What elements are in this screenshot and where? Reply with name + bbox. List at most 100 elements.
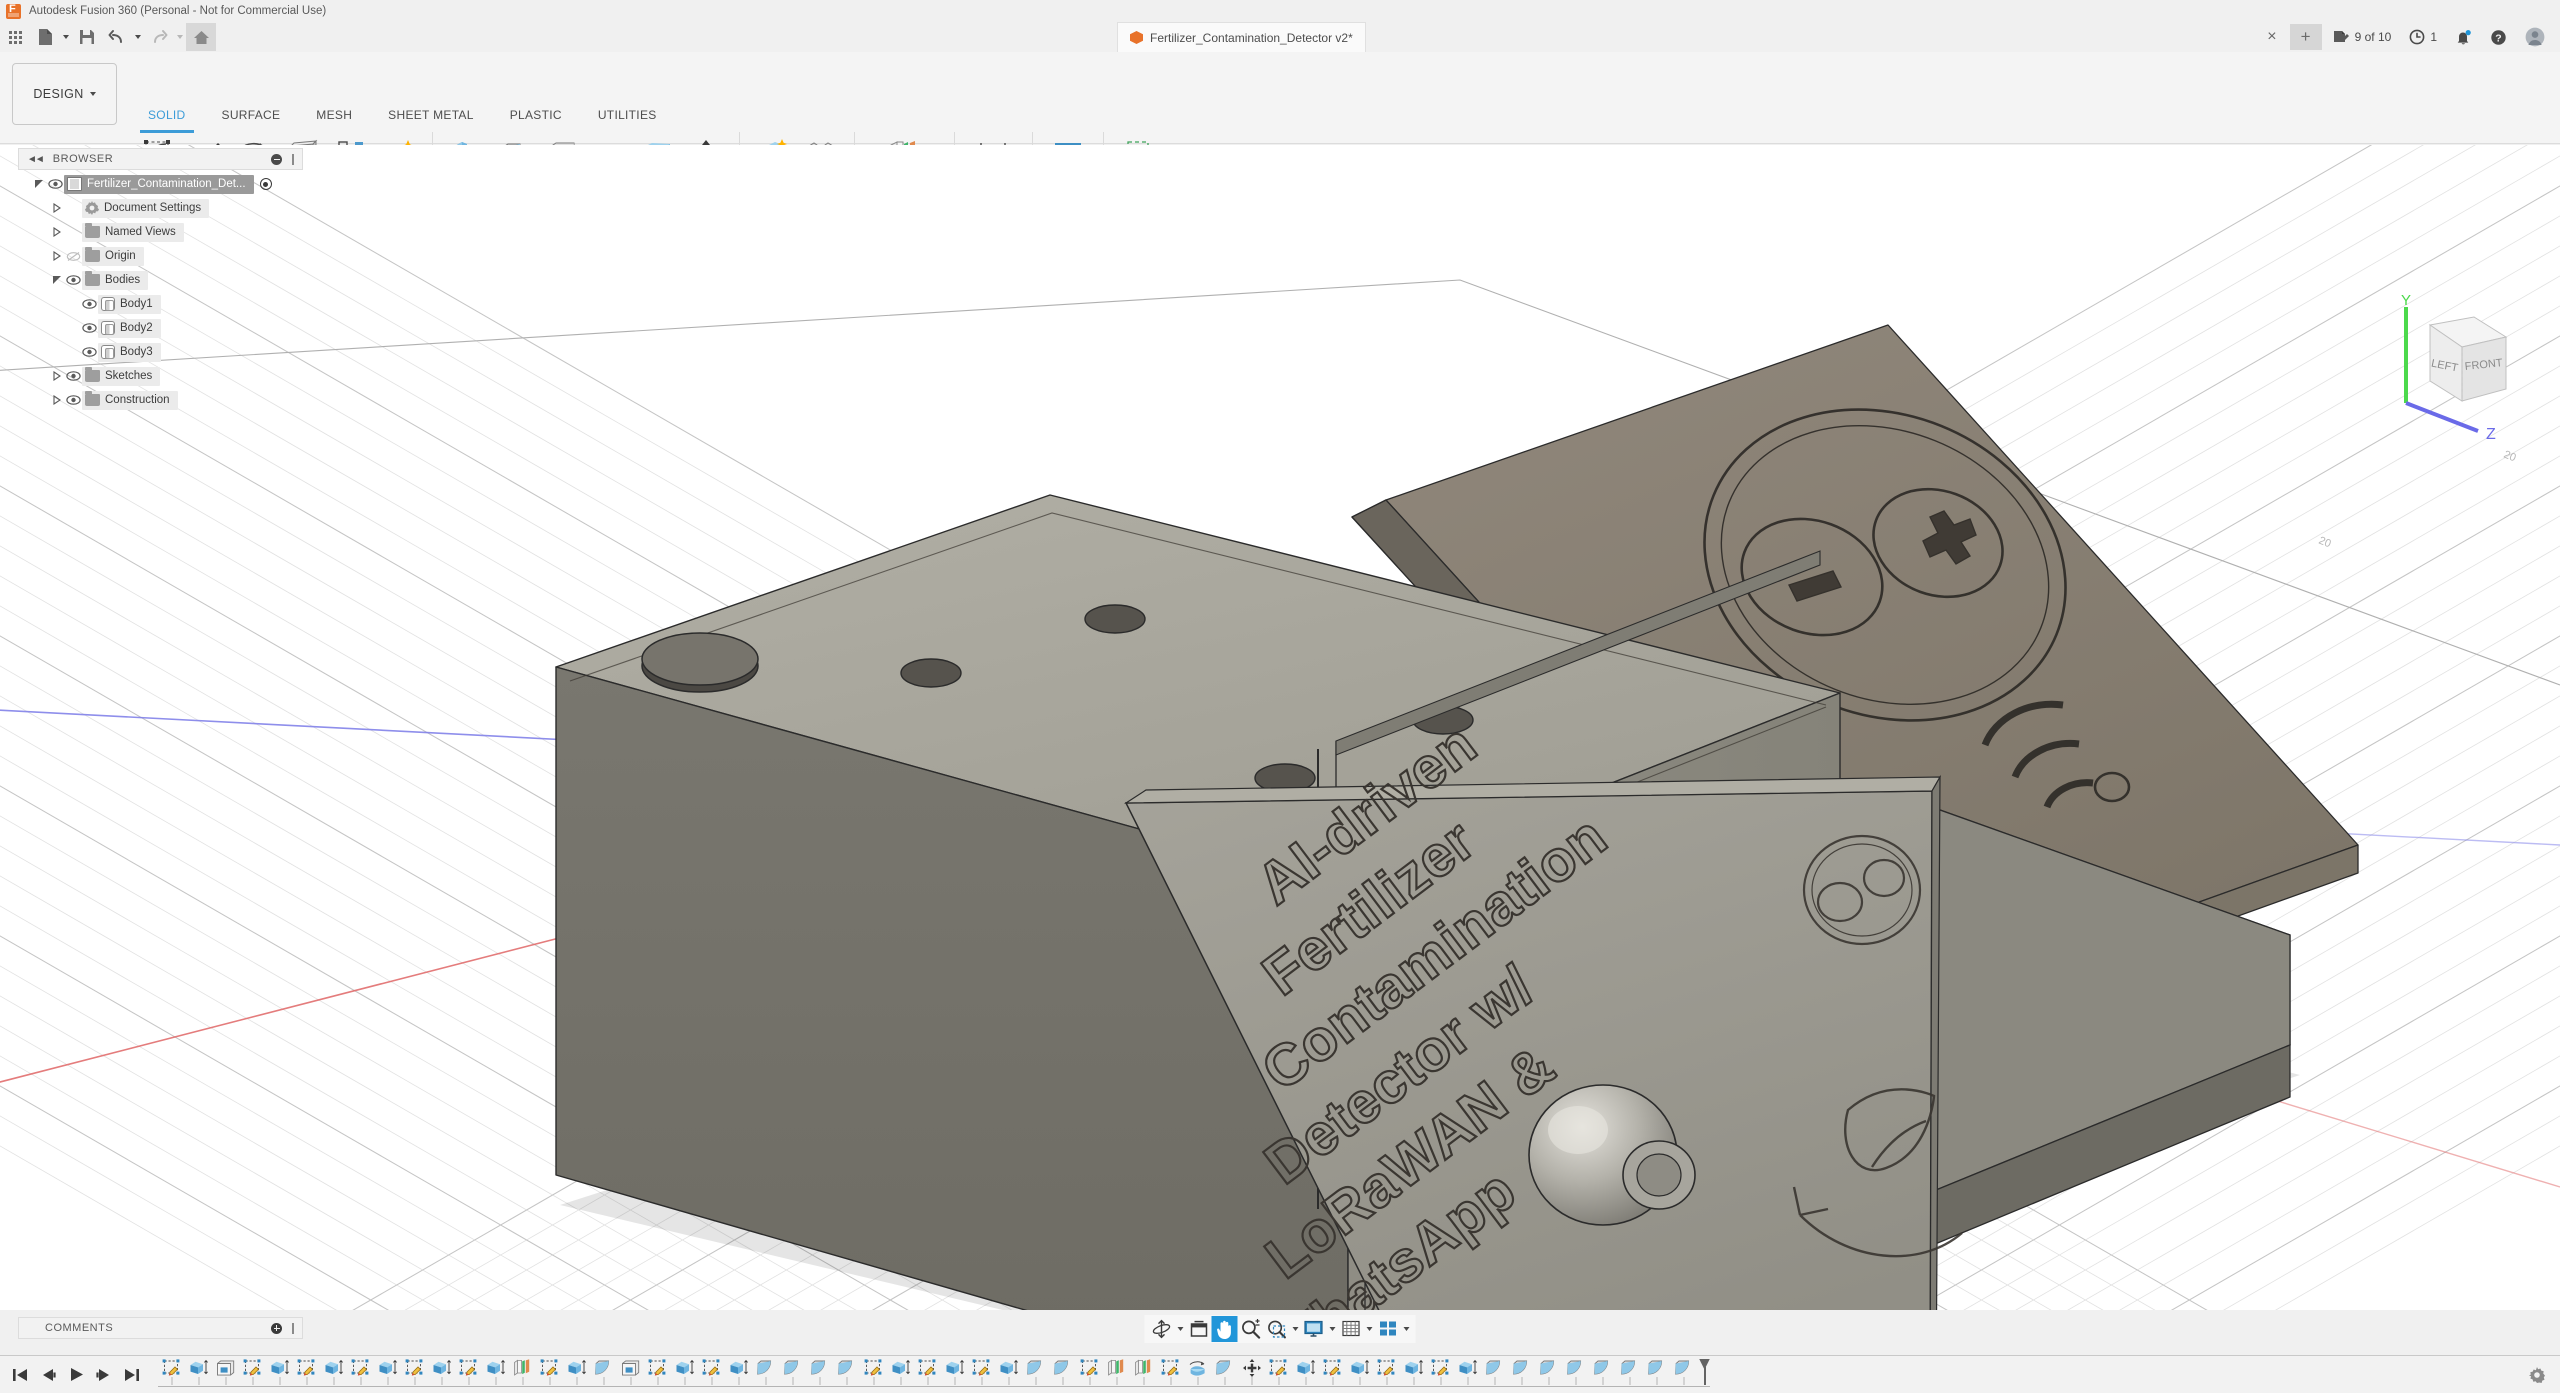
visibility-eye-icon[interactable] (46, 179, 64, 189)
home-button[interactable] (186, 23, 216, 51)
collapse-left-icon[interactable]: ◄◄ (27, 154, 43, 165)
timeline-feature[interactable] (1265, 1357, 1292, 1387)
timeline-feature[interactable] (806, 1357, 833, 1387)
timeline-feature[interactable] (968, 1357, 995, 1387)
timeline-feature[interactable] (617, 1357, 644, 1387)
timeline-feature[interactable] (1589, 1357, 1616, 1387)
document-tab[interactable]: Fertilizer_Contamination_Detector v2* (1117, 22, 1366, 52)
timeline-feature[interactable] (212, 1357, 239, 1387)
timeline-feature[interactable] (1319, 1357, 1346, 1387)
timeline-feature[interactable] (1211, 1357, 1238, 1387)
timeline-feature[interactable] (320, 1357, 347, 1387)
visibility-eye-icon[interactable] (80, 347, 98, 357)
go-to-end-button[interactable] (118, 1360, 146, 1390)
undo-caret[interactable] (132, 23, 144, 51)
timeline-feature[interactable] (455, 1357, 482, 1387)
zoom-window-caret[interactable] (1290, 1316, 1301, 1342)
timeline-feature[interactable] (995, 1357, 1022, 1387)
timeline-feature[interactable] (1481, 1357, 1508, 1387)
timeline-feature[interactable] (725, 1357, 752, 1387)
visibility-eye-off-icon[interactable] (64, 251, 82, 262)
timeline-feature[interactable] (1022, 1357, 1049, 1387)
timeline-feature[interactable] (887, 1357, 914, 1387)
pan-button[interactable] (1212, 1316, 1238, 1342)
viewports-button[interactable] (1375, 1316, 1401, 1342)
timeline-feature[interactable] (1616, 1357, 1643, 1387)
timeline-feature[interactable] (860, 1357, 887, 1387)
timeline-feature[interactable] (1535, 1357, 1562, 1387)
timeline-feature[interactable] (1346, 1357, 1373, 1387)
look-at-button[interactable] (1186, 1316, 1212, 1342)
timeline-feature[interactable] (671, 1357, 698, 1387)
timeline-feature[interactable] (1562, 1357, 1589, 1387)
display-settings-caret[interactable] (1327, 1316, 1338, 1342)
timeline-feature[interactable] (752, 1357, 779, 1387)
tree-item-body3[interactable]: Body3 (18, 340, 318, 364)
timeline-feature[interactable] (941, 1357, 968, 1387)
new-tab-button[interactable]: + (2290, 24, 2322, 50)
expand-triangle-icon[interactable] (50, 371, 64, 381)
timeline-feature[interactable] (644, 1357, 671, 1387)
new-file-caret[interactable] (60, 23, 72, 51)
tab-surface[interactable]: SURFACE (204, 108, 299, 128)
timeline-feature[interactable] (1292, 1357, 1319, 1387)
tab-sheet-metal[interactable]: SHEET METAL (370, 108, 492, 128)
timeline-feature[interactable] (1427, 1357, 1454, 1387)
viewports-caret[interactable] (1401, 1316, 1412, 1342)
timeline-feature[interactable] (482, 1357, 509, 1387)
extensions-button[interactable]: 9 of 10 (2326, 24, 2399, 50)
tree-item-named-views[interactable]: Named Views (18, 220, 318, 244)
timeline-feature[interactable] (1238, 1357, 1265, 1387)
account-button[interactable] (2518, 24, 2552, 50)
panel-resize-grip[interactable] (292, 154, 294, 165)
tree-item-root[interactable]: Fertilizer_Contamination_Det... (18, 172, 318, 196)
3d-viewport[interactable]: AI-driven Fertilizer Contamination Detec… (0, 145, 2560, 1310)
timeline-feature[interactable] (374, 1357, 401, 1387)
visibility-eye-icon[interactable] (80, 323, 98, 333)
timeline-feature[interactable] (1400, 1357, 1427, 1387)
visibility-eye-icon[interactable] (80, 299, 98, 309)
zoom-window-button[interactable] (1264, 1316, 1290, 1342)
timeline-feature[interactable] (185, 1357, 212, 1387)
timeline-feature[interactable] (158, 1357, 185, 1387)
tab-utilities[interactable]: UTILITIES (580, 108, 675, 128)
activate-component-radio[interactable] (260, 178, 272, 190)
zoom-button[interactable] (1238, 1316, 1264, 1342)
redo-button[interactable] (144, 23, 174, 51)
tab-solid[interactable]: SOLID (130, 108, 204, 128)
tree-item-bodies[interactable]: Bodies (18, 268, 318, 292)
timeline-feature[interactable] (347, 1357, 374, 1387)
timeline-track[interactable] (158, 1357, 1710, 1393)
expand-triangle-icon[interactable] (50, 203, 64, 213)
tree-item-document-settings[interactable]: Document Settings (18, 196, 318, 220)
tree-item-body2[interactable]: Body2 (18, 316, 318, 340)
tree-item-construction[interactable]: Construction (18, 388, 318, 412)
orbit-button[interactable] (1149, 1316, 1175, 1342)
timeline-feature[interactable] (401, 1357, 428, 1387)
expand-triangle-icon[interactable] (50, 251, 64, 261)
jobs-button[interactable]: 1 (2402, 24, 2444, 50)
view-cube[interactable]: Y Z LEFT FRONT (2382, 295, 2532, 445)
tree-item-body1[interactable]: Body1 (18, 292, 318, 316)
undo-button[interactable] (102, 23, 132, 51)
redo-caret[interactable] (174, 23, 186, 51)
tab-plastic[interactable]: PLASTIC (492, 108, 580, 128)
timeline-end-marker[interactable] (1699, 1357, 1710, 1387)
save-button[interactable] (72, 23, 102, 51)
timeline-feature[interactable] (536, 1357, 563, 1387)
tree-item-sketches[interactable]: Sketches (18, 364, 318, 388)
timeline-feature[interactable] (266, 1357, 293, 1387)
visibility-eye-icon[interactable] (64, 395, 82, 405)
timeline-feature[interactable] (914, 1357, 941, 1387)
timeline-feature[interactable] (1076, 1357, 1103, 1387)
visibility-eye-icon[interactable] (64, 275, 82, 285)
grid-snaps-button[interactable] (1338, 1316, 1364, 1342)
expand-triangle-icon[interactable] (32, 179, 46, 189)
expand-triangle-icon[interactable] (50, 227, 64, 237)
grid-snaps-caret[interactable] (1364, 1316, 1375, 1342)
timeline-feature[interactable] (1643, 1357, 1670, 1387)
orbit-caret[interactable] (1175, 1316, 1186, 1342)
display-settings-button[interactable] (1301, 1316, 1327, 1342)
timeline-feature[interactable] (428, 1357, 455, 1387)
step-back-button[interactable] (34, 1360, 62, 1390)
